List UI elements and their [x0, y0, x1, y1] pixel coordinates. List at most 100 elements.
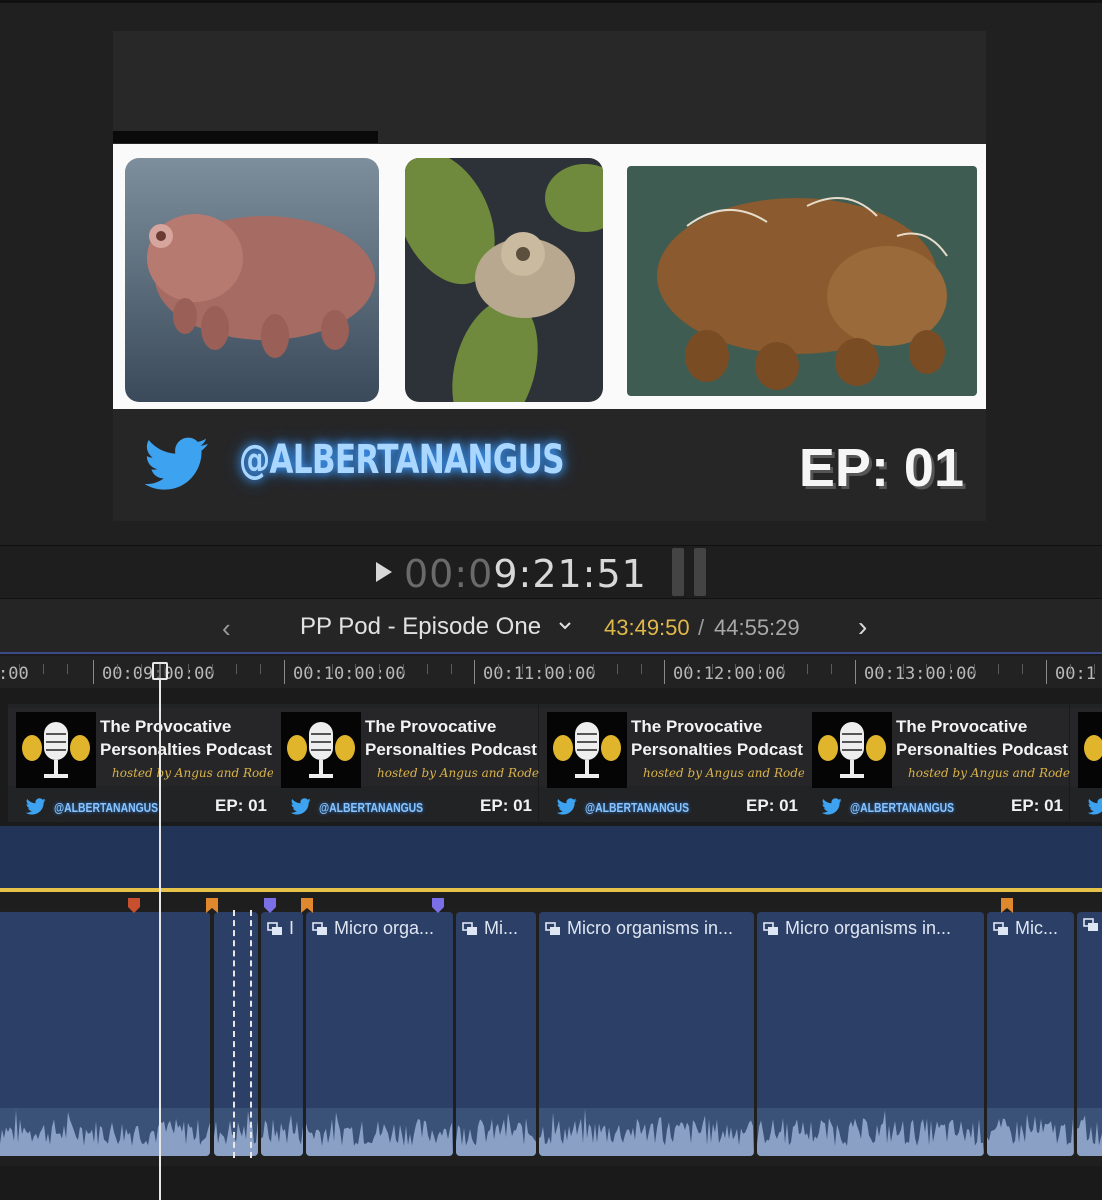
video-clip[interactable]: The ProvocativePersonalties Podcasthoste…	[8, 704, 289, 822]
audio-waveform	[987, 1108, 1074, 1156]
viewer: @ALBERTANANGUS EP: 01	[0, 0, 1102, 545]
ruler-minor-tick	[66, 664, 68, 674]
playhead-handle[interactable]	[152, 662, 168, 680]
audio-clip[interactable]: I	[261, 912, 303, 1156]
ruler-minor-tick	[735, 664, 737, 674]
audio-waveform	[456, 1108, 536, 1156]
project-name[interactable]: PP Pod - Episode One	[300, 613, 541, 641]
ruler-major-tick	[664, 660, 665, 684]
audio-clip-title: Micro organisms in...	[763, 918, 951, 939]
audio-clip-title: Micro orga...	[312, 918, 434, 939]
ruler-label: 00:10:00:00	[293, 664, 406, 684]
connected-track-band[interactable]	[0, 826, 1102, 888]
edit-point-dashed	[250, 910, 252, 1158]
ruler-minor-tick	[830, 664, 832, 674]
video-clip[interactable]: The ProvocativePersonalties Podcasthoste…	[1070, 704, 1102, 822]
ruler-minor-tick	[878, 664, 880, 674]
marker-row	[0, 892, 1102, 910]
chevron-left-icon[interactable]: ‹	[222, 613, 231, 644]
audio-clip[interactable]	[1077, 912, 1102, 1156]
audio-clip[interactable]: Micro organisms in...	[757, 912, 984, 1156]
chevron-down-icon[interactable]	[558, 619, 572, 633]
audio-clip[interactable]: Mic...	[987, 912, 1074, 1156]
ruler-minor-tick	[188, 664, 190, 674]
marker-red-icon[interactable]	[127, 898, 141, 914]
photo-strip	[113, 144, 986, 409]
podcast-logo-icon	[1078, 712, 1102, 788]
lower-third-overlay: @ALBERTANANGUS EP: 01	[113, 409, 986, 521]
ruler-minor-tick	[926, 664, 928, 674]
ruler-minor-tick	[355, 664, 357, 674]
marker-orange-icon[interactable]	[205, 898, 219, 914]
marker-purple-icon[interactable]	[431, 898, 445, 914]
ruler-minor-tick	[116, 664, 118, 674]
ruler-major-tick	[855, 660, 856, 684]
marker-purple-icon[interactable]	[263, 898, 277, 914]
clip-thumbnail: The Provocative Personalties Podcast hoste…	[8, 708, 289, 788]
play-icon[interactable]	[376, 562, 392, 582]
audio-waveform	[261, 1108, 303, 1156]
audio-clip-title: I	[267, 918, 294, 939]
video-clip[interactable]: The ProvocativePersonalties Podcasthoste…	[539, 704, 820, 822]
audio-clip-title	[1083, 918, 1102, 932]
clip-title-line1: The Provocative	[896, 717, 1028, 736]
playhead[interactable]	[159, 664, 161, 1200]
audio-clip[interactable]: Micro organisms in...	[539, 912, 754, 1156]
audio-waveform	[1077, 1108, 1102, 1156]
compound-clip-icon	[993, 921, 1008, 935]
ruler-minor-tick	[545, 664, 547, 674]
audio-clip-label: Micro orga...	[334, 918, 435, 938]
twitter-bird-icon	[26, 798, 46, 815]
marker-orange-icon[interactable]	[1000, 898, 1014, 914]
ruler-minor-tick	[1069, 664, 1071, 674]
clip-title-line1: The Provocative	[365, 717, 497, 736]
timeline-header: ‹ PP Pod - Episode One 43:49:50 / 44:55:…	[0, 598, 1102, 654]
ruler-minor-tick	[259, 664, 261, 674]
audio-clip[interactable]: Mi...	[456, 912, 536, 1156]
marker-orange-icon[interactable]	[300, 898, 314, 914]
twitter-bird-icon	[291, 798, 311, 815]
podcast-logo-icon	[16, 712, 96, 788]
tardigrade-photo-2	[405, 158, 603, 402]
podcast-logo-icon	[281, 712, 361, 788]
podcast-logo-icon	[812, 712, 892, 788]
video-clip[interactable]: The Provocative Personalties Podcast hoste…	[804, 704, 1085, 822]
ruler-minor-tick	[140, 664, 142, 674]
ruler-minor-tick	[1093, 664, 1095, 674]
viewer-frame[interactable]: @ALBERTANANGUS EP: 01	[113, 31, 986, 521]
audio-waveform	[757, 1108, 984, 1156]
clip-episode-label: EP: 01	[746, 796, 798, 815]
clip-hosted-by: hosted by Angus and Rodeen	[908, 766, 1085, 780]
video-lane: The Provocative Personalties Podcast hoste…	[0, 688, 1102, 826]
twitter-bird-icon	[1088, 798, 1102, 815]
clip-title-line2: Personalties Podcast	[631, 740, 803, 759]
clip-hosted-by: hosted by Angus and Rodeen	[377, 766, 554, 780]
ruler-minor-tick	[593, 664, 595, 674]
chevron-right-icon[interactable]: ›	[858, 611, 867, 643]
video-clip[interactable]: The Provocative Personalties Podcast hoste…	[273, 704, 554, 822]
ruler-label: 00:12:00:00	[673, 664, 786, 684]
audio-waveform	[306, 1108, 453, 1156]
timecode-display[interactable]: 00:09:21:51	[404, 552, 647, 596]
clip-title-line1: The Provocative	[631, 717, 763, 736]
audio-clip-label: Mi...	[484, 918, 518, 938]
audio-clip-label: I	[289, 918, 295, 938]
clip-title-line2: Personalties Podcast	[896, 740, 1068, 759]
compound-clip-icon	[462, 921, 477, 935]
audio-waveform	[539, 1108, 754, 1156]
clip-title-line2: Personalties Podcast	[100, 740, 272, 759]
twitter-bird-icon	[557, 798, 577, 815]
clip-title-line2: Personalties Podcast	[365, 740, 537, 759]
timecode-value: 9:21:51	[493, 552, 647, 596]
audio-meter-left	[672, 548, 684, 596]
ruler-label: :00	[0, 664, 29, 684]
compound-clip-icon	[545, 921, 560, 935]
ruler-minor-tick	[331, 664, 333, 674]
tardigrade-photo-1	[125, 158, 379, 402]
ruler-minor-tick	[212, 664, 214, 674]
ruler-minor-tick	[569, 664, 571, 674]
audio-clip[interactable]	[0, 912, 210, 1156]
frame-letterbox-bar	[113, 131, 378, 143]
audio-clip[interactable]: Micro orga...	[306, 912, 453, 1156]
audio-clip-title: Mic...	[993, 918, 1058, 939]
